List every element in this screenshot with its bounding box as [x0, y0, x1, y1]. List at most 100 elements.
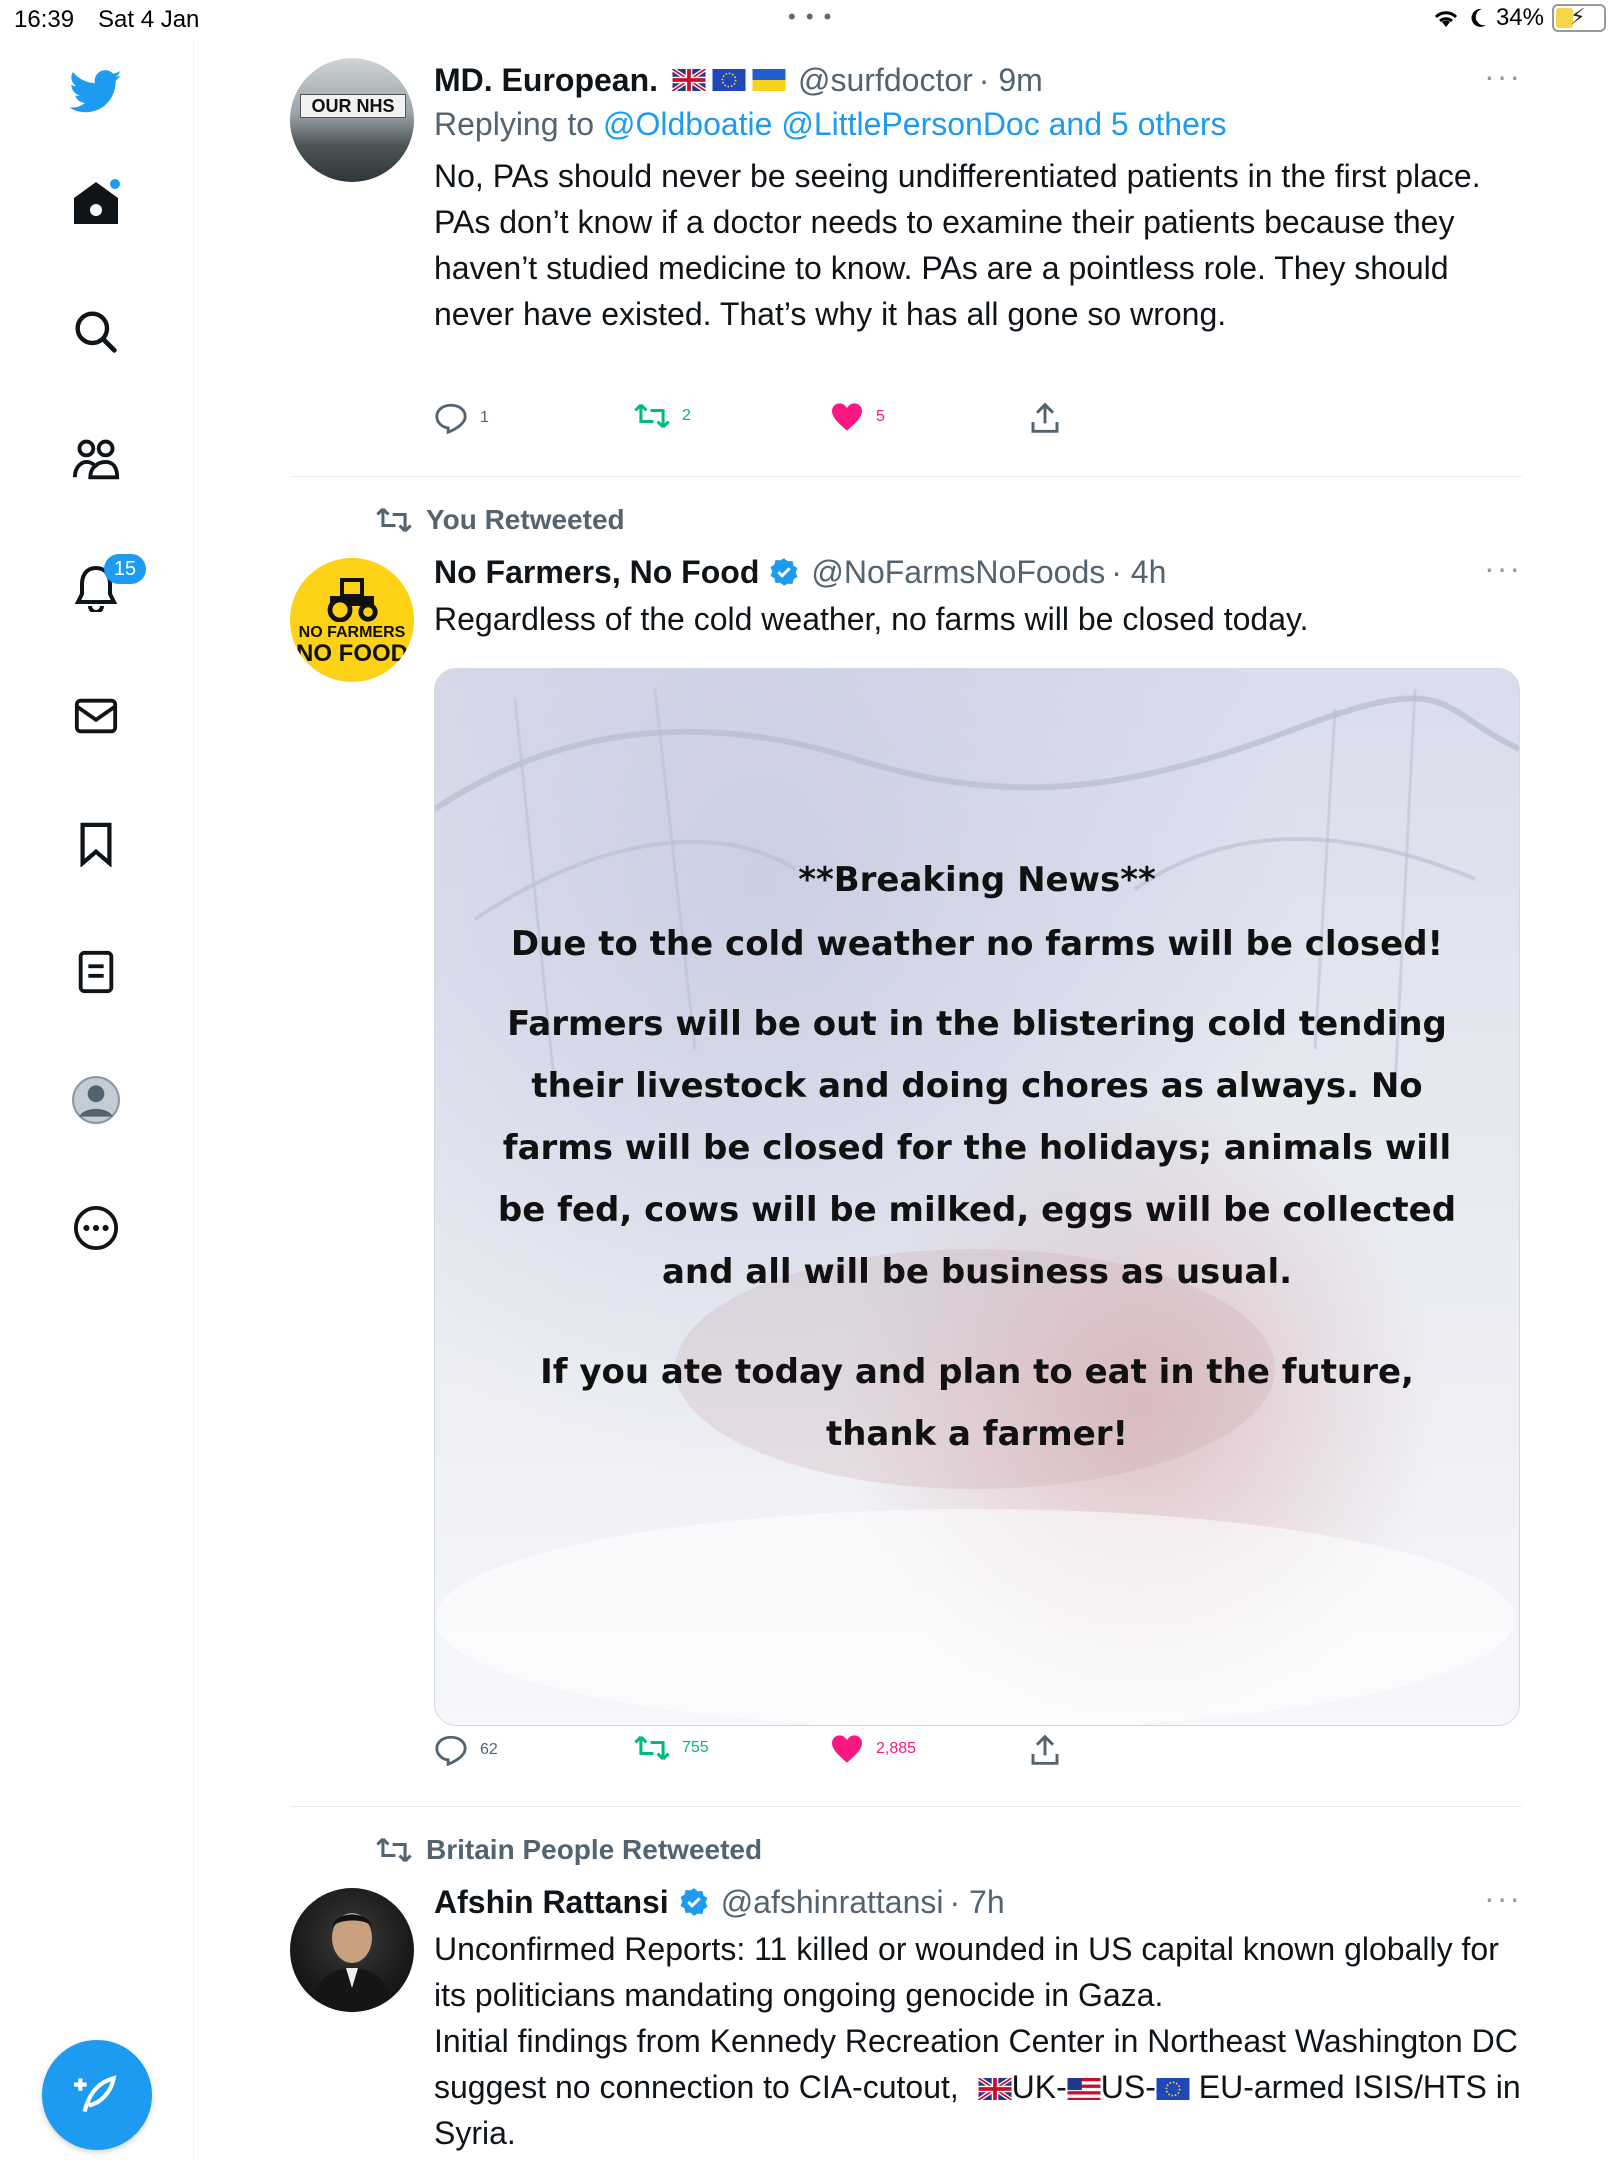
- media-paragraph: Farmers will be out in the blistering co…: [497, 1004, 1457, 1292]
- tractor-icon: [327, 578, 378, 622]
- author-name[interactable]: No Farmers, No Food: [434, 554, 759, 591]
- tweet-text: No, PAs should never be seeing undiffere…: [434, 158, 1481, 332]
- tweet-header: No Farmers, No Food @NoFarmsNoFoods · 4h: [434, 550, 1522, 594]
- tweet-divider: [290, 1806, 1522, 1807]
- retweet-button[interactable]: 755: [634, 1734, 709, 1762]
- author-name[interactable]: MD. European.: [434, 62, 658, 99]
- bookmarks-icon[interactable]: [66, 814, 126, 874]
- author-handle[interactable]: @NoFarmsNoFoods: [811, 554, 1105, 591]
- compose-button[interactable]: [42, 2040, 152, 2150]
- status-time: 16:39: [14, 6, 75, 33]
- retweeted-label: You Retweeted: [376, 504, 625, 536]
- reply-icon: [435, 403, 467, 434]
- share-button[interactable]: [1030, 402, 1060, 434]
- avatar-sign: OUR NHS: [300, 94, 406, 118]
- status-bar: 16:39 Sat 4 Jan • • • 34% ⚡: [0, 0, 1620, 40]
- tweet-time[interactable]: · 7h: [950, 1884, 1005, 1921]
- like-count: 2,885: [876, 1740, 917, 1757]
- sidebar: 15: [0, 40, 194, 2160]
- retweet-button[interactable]: 2: [634, 402, 691, 430]
- home-icon[interactable]: [66, 173, 126, 233]
- avatar-line2: NO FOOD: [296, 640, 408, 667]
- tweet-text: Regardless of the cold weather, no farms…: [434, 601, 1309, 637]
- more-options-icon[interactable]: ···: [1484, 58, 1522, 95]
- share-icon: [1031, 1734, 1059, 1765]
- reply-button[interactable]: 62: [434, 1734, 498, 1766]
- uk-flag-icon: [977, 2078, 1012, 2100]
- share-button[interactable]: [1030, 1734, 1060, 1766]
- battery-percent: 34%: [1495, 4, 1544, 31]
- status-right: 34% ⚡: [1432, 4, 1606, 32]
- tweet-time[interactable]: · 9m: [979, 62, 1043, 99]
- wifi-icon: [1434, 11, 1458, 27]
- reply-count: 1: [480, 409, 489, 426]
- twitter-bird-icon[interactable]: [66, 62, 126, 122]
- tweet-text-2c: US-: [1100, 2069, 1156, 2105]
- tweet-header: Afshin Rattansi @afshinrattansi · 7h: [434, 1880, 1522, 1924]
- notifications-icon[interactable]: 15: [66, 554, 146, 618]
- replying-to: Replying to @Oldboatie @LittlePersonDoc …: [434, 106, 1522, 143]
- compose-icon: [74, 2075, 117, 2113]
- verified-badge-icon: [680, 1888, 708, 1916]
- tweet-image[interactable]: **Breaking News** Due to the cold weathe…: [434, 668, 1520, 1726]
- media-subheadline: Due to the cold weather no farms will be…: [510, 924, 1444, 964]
- retweeted-label: Britain People Retweeted: [376, 1834, 762, 1866]
- retweet-icon: [634, 403, 670, 429]
- ukraine-flag-icon: [752, 69, 786, 91]
- avatar[interactable]: NO FARMERS NO FOOD: [290, 558, 414, 682]
- reply-count: 62: [480, 1741, 498, 1758]
- tweet-header: MD. European. @surfdoctor · 9m: [434, 58, 1522, 102]
- tweet-time[interactable]: · 4h: [1111, 554, 1166, 591]
- tweet-text-2b: UK-: [1011, 2069, 1067, 2105]
- reply-icon: [435, 1735, 467, 1766]
- status-date: Sat 4 Jan: [98, 6, 200, 33]
- replying-to-links[interactable]: @Oldboatie @LittlePersonDoc and 5 others: [603, 106, 1227, 142]
- verified-badge-icon: [770, 558, 798, 586]
- author-handle[interactable]: @afshinrattansi: [721, 1884, 944, 1921]
- tweet-text-1: Unconfirmed Reports: 11 killed or wounde…: [434, 1931, 1499, 2013]
- tweet-actions: 1 2 5: [434, 402, 1234, 442]
- lists-icon[interactable]: [66, 942, 126, 1002]
- communities-icon[interactable]: [66, 430, 126, 490]
- replying-to-prefix: Replying to: [434, 106, 603, 142]
- retweeted-by[interactable]: Britain People Retweeted: [426, 1834, 762, 1866]
- moon-icon: [1471, 8, 1486, 27]
- reply-button[interactable]: 1: [434, 402, 489, 434]
- media-headline: **Breaking News**: [798, 860, 1156, 900]
- eu-flag-icon: [712, 69, 746, 91]
- profile-icon[interactable]: [66, 1070, 126, 1130]
- retweet-icon: [376, 507, 412, 533]
- tweet-divider: [290, 476, 1522, 477]
- battery-icon: ⚡: [1552, 4, 1606, 32]
- retweet-icon: [376, 1837, 412, 1863]
- retweet-count: 755: [682, 1739, 709, 1756]
- person-photo: [310, 1913, 394, 2012]
- like-button[interactable]: 5: [830, 402, 885, 432]
- more-options-icon[interactable]: ···: [1484, 550, 1522, 587]
- avatar[interactable]: OUR NHS: [290, 58, 414, 182]
- name-flags: [672, 69, 786, 91]
- more-icon[interactable]: [66, 1198, 126, 1258]
- home-unread-dot: [110, 179, 120, 189]
- uk-flag-icon: [672, 69, 707, 91]
- tweet-actions: 62 755 2,885: [434, 1734, 1234, 1774]
- like-count: 5: [876, 408, 885, 425]
- retweet-count: 2: [682, 407, 691, 424]
- retweet-icon: [634, 1735, 670, 1761]
- more-options-icon[interactable]: ···: [1484, 1880, 1522, 1917]
- eu-flag-icon: [1156, 2078, 1190, 2100]
- author-handle[interactable]: @surfdoctor: [798, 62, 973, 99]
- search-icon[interactable]: [66, 302, 126, 362]
- messages-icon[interactable]: [66, 686, 126, 746]
- tweet-text-2: Initial findings from Kennedy Recreation…: [434, 2018, 1522, 2156]
- author-name[interactable]: Afshin Rattansi: [434, 1884, 669, 1921]
- retweeted-by[interactable]: You Retweeted: [426, 504, 625, 536]
- media-closing: If you ate today and plan to eat in the …: [540, 1352, 1414, 1454]
- heart-icon: [832, 403, 862, 431]
- share-icon: [1031, 402, 1059, 433]
- multitasking-dots-icon[interactable]: • • •: [788, 4, 833, 30]
- us-flag-icon: [1067, 2078, 1101, 2100]
- like-button[interactable]: 2,885: [830, 1734, 916, 1764]
- avatar[interactable]: [290, 1888, 414, 2012]
- notifications-badge: 15: [104, 554, 146, 584]
